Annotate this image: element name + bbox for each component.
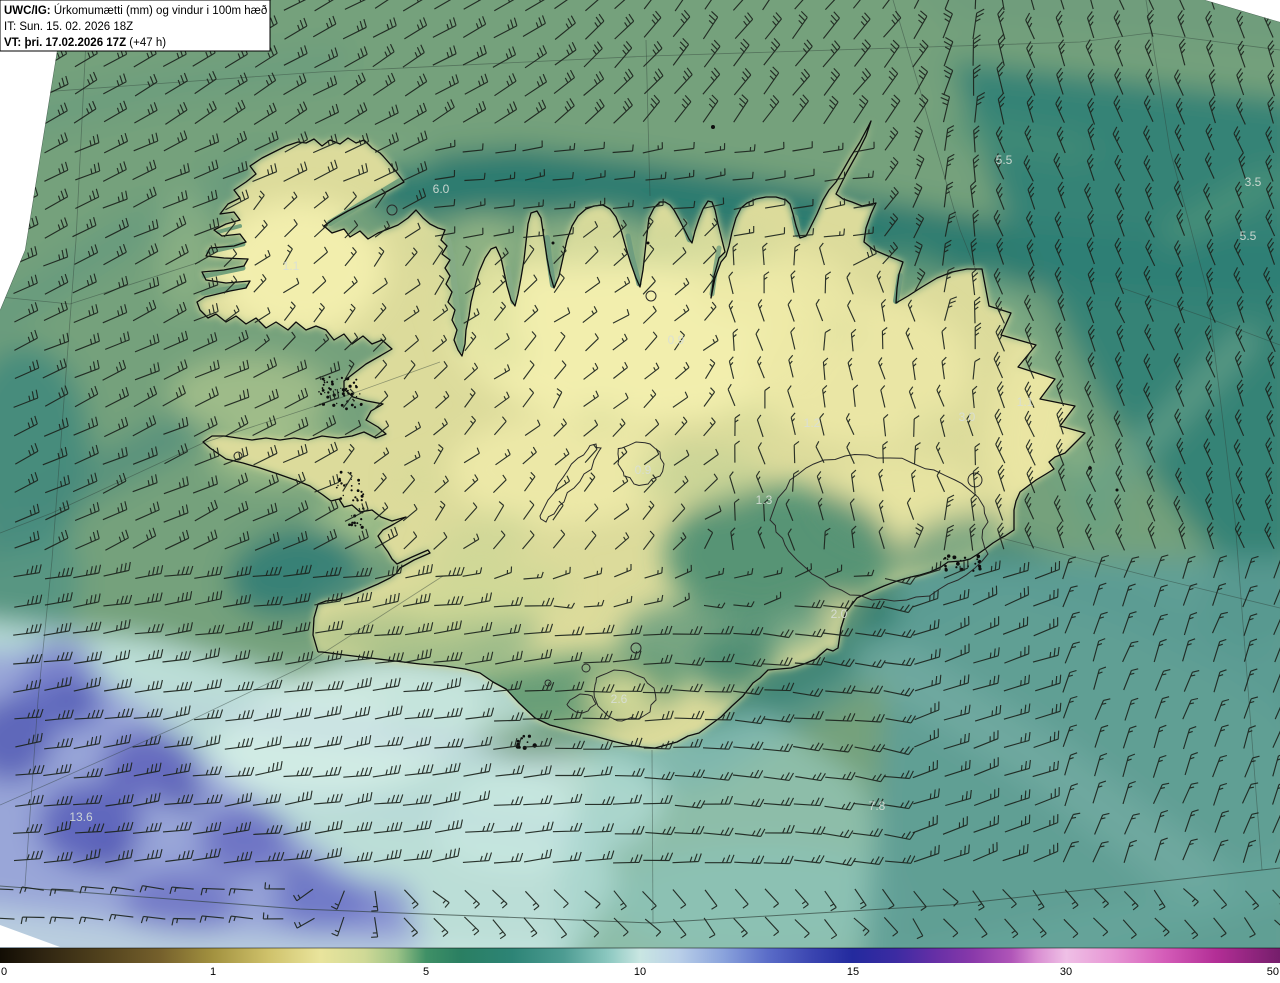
svg-text:5.5: 5.5 — [996, 153, 1013, 167]
svg-text:2.6: 2.6 — [611, 692, 628, 706]
svg-text:1.2: 1.2 — [804, 416, 821, 430]
svg-text:15: 15 — [847, 966, 859, 978]
svg-text:13.6: 13.6 — [69, 810, 93, 824]
svg-text:50: 50 — [1267, 966, 1279, 978]
svg-text:1.3: 1.3 — [756, 493, 773, 507]
svg-text:0: 0 — [1, 966, 7, 978]
svg-text:0.9: 0.9 — [668, 333, 685, 347]
svg-text:0.9: 0.9 — [635, 463, 652, 477]
svg-text:3.5: 3.5 — [1245, 175, 1262, 189]
svg-text:1.1: 1.1 — [1017, 395, 1034, 409]
svg-text:IT: Sun. 15. 02. 2026 18Z: IT: Sun. 15. 02. 2026 18Z — [4, 21, 133, 33]
svg-text:VT: þri. 17.02.2026 17Z (+47 h: VT: þri. 17.02.2026 17Z (+47 h) — [4, 37, 166, 49]
svg-text:7.8: 7.8 — [869, 799, 886, 813]
svg-text:5: 5 — [423, 966, 429, 978]
svg-text:1.1: 1.1 — [283, 259, 300, 273]
svg-text:10: 10 — [634, 966, 646, 978]
svg-text:5.5: 5.5 — [1240, 229, 1257, 243]
svg-text:1: 1 — [210, 966, 216, 978]
svg-text:2.0: 2.0 — [831, 607, 848, 621]
svg-text:6.0: 6.0 — [433, 182, 450, 196]
svg-text:UWC/IG: Úrkomumætti (mm) og vi: UWC/IG: Úrkomumætti (mm) og vindur i 100… — [4, 4, 267, 17]
svg-text:30: 30 — [1060, 966, 1072, 978]
svg-text:3.0: 3.0 — [959, 410, 976, 424]
